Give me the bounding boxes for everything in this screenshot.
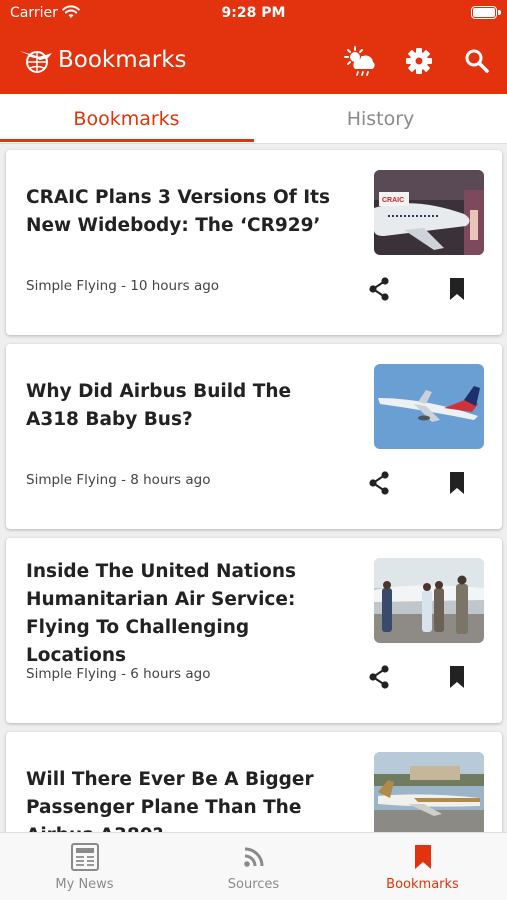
tab-label: Sources [227, 877, 280, 892]
bottom-tab-sources[interactable]: Sources [169, 833, 338, 900]
article-card[interactable]: Inside The United Nations Humanitarian A… [6, 538, 502, 723]
airplane-logo-icon [18, 45, 54, 79]
article-time: 8 hours ago [130, 472, 211, 488]
tab-label: My News [55, 877, 114, 892]
tab-label: Bookmarks [386, 877, 459, 892]
newspaper-icon [69, 841, 101, 873]
article-title[interactable]: Why Did Airbus Build The A318 Baby Bus? [26, 378, 346, 434]
gear-icon[interactable] [402, 44, 436, 78]
article-time: 6 hours ago [130, 666, 211, 682]
svg-text:CRAIC: CRAIC [382, 197, 404, 204]
meta-separator: - [121, 666, 126, 682]
bookmark-icon[interactable] [442, 662, 472, 692]
status-time: 9:28 PM [221, 5, 286, 21]
bookmark-icon[interactable] [442, 468, 472, 498]
bookmark-icon[interactable] [442, 274, 472, 304]
active-tab-indicator [0, 139, 254, 142]
page-title: Bookmarks [58, 47, 187, 73]
bottom-tab-my-news[interactable]: My News [0, 833, 169, 900]
meta-separator: - [121, 472, 126, 488]
article-source: Simple Flying [26, 278, 117, 294]
rss-icon [241, 841, 267, 873]
article-thumbnail[interactable]: CRAIC [374, 170, 484, 255]
bottom-tab-bookmarks[interactable]: Bookmarks [338, 833, 507, 900]
weather-icon[interactable] [343, 44, 377, 78]
article-title[interactable]: Inside The United Nations Humanitarian A… [26, 558, 346, 670]
article-card[interactable]: CRAIC Plans 3 Versions Of Its New Widebo… [6, 150, 502, 335]
article-card[interactable]: Why Did Airbus Build The A318 Baby Bus? … [6, 344, 502, 529]
article-meta: Simple Flying - 10 hours ago [26, 278, 219, 294]
top-tabs: Bookmarks History [0, 94, 507, 144]
bottom-tab-bar: My News Sources Bookmarks [0, 832, 507, 900]
meta-separator: - [121, 278, 126, 294]
share-icon[interactable] [364, 274, 394, 304]
share-icon[interactable] [364, 468, 394, 498]
status-bar: Carrier 9:28 PM [0, 0, 507, 28]
article-card[interactable]: Will There Ever Be A Bigger Passenger Pl… [6, 732, 502, 832]
article-source: Simple Flying [26, 472, 117, 488]
article-title[interactable]: Will There Ever Be A Bigger Passenger Pl… [26, 766, 371, 832]
battery-tip [498, 10, 501, 15]
article-thumbnail[interactable] [374, 364, 484, 449]
article-title[interactable]: CRAIC Plans 3 Versions Of Its New Widebo… [26, 184, 346, 240]
bookmark-icon [410, 841, 436, 873]
battery-icon [471, 6, 497, 19]
article-thumbnail[interactable] [374, 558, 484, 643]
bookmarks-feed[interactable]: CRAIC Plans 3 Versions Of Its New Widebo… [0, 144, 507, 832]
app-header: Bookmarks [0, 28, 507, 94]
article-time: 10 hours ago [130, 278, 220, 294]
article-meta: Simple Flying - 8 hours ago [26, 472, 210, 488]
article-meta: Simple Flying - 6 hours ago [26, 666, 210, 682]
share-icon[interactable] [364, 662, 394, 692]
search-icon[interactable] [460, 44, 494, 78]
tab-bookmarks[interactable]: Bookmarks [0, 94, 253, 144]
tab-history[interactable]: History [254, 94, 507, 144]
article-source: Simple Flying [26, 666, 117, 682]
article-thumbnail[interactable] [374, 752, 484, 832]
